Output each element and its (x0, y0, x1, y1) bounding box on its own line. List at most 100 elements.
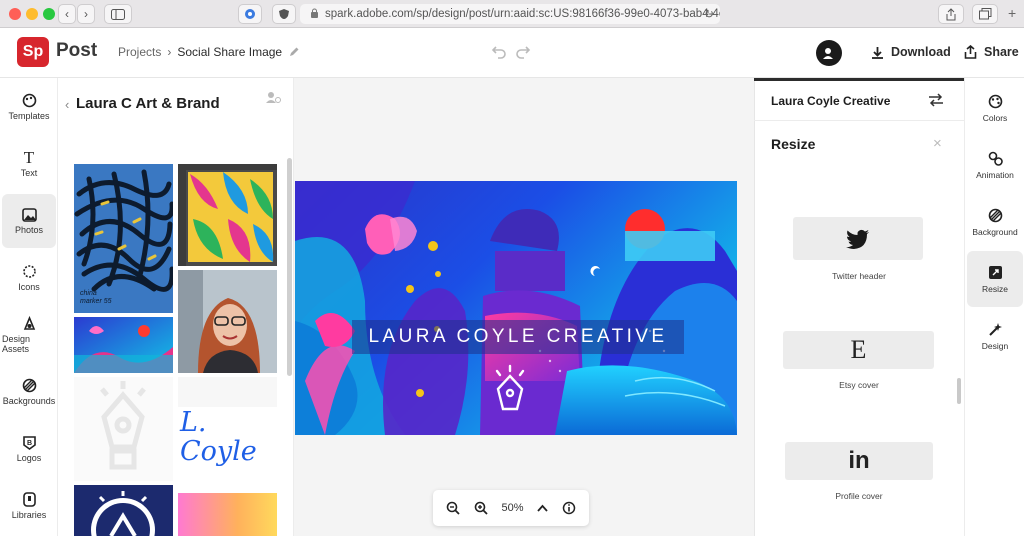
redo-icon[interactable] (515, 45, 531, 59)
close-icon[interactable]: × (933, 135, 942, 152)
forward-button[interactable]: › (77, 4, 95, 24)
share-icon (964, 45, 977, 59)
sidebar-toggle-button[interactable] (104, 4, 132, 24)
dark-circle-logo (91, 491, 155, 536)
rail-item-resize[interactable]: Resize (967, 251, 1023, 307)
library-thumb-banner[interactable] (74, 317, 173, 373)
rail-item-animation[interactable]: Animation (967, 137, 1023, 193)
share-label: Share (984, 45, 1019, 59)
app-name: Post (56, 40, 98, 61)
address-bar[interactable]: spark.adobe.com/sp/design/post/urn:aaid:… (300, 4, 720, 24)
rail-label: Icons (18, 282, 40, 292)
right-tool-rail: Colors Animation Background Resize Desig… (964, 78, 1024, 536)
portrait-photo (178, 270, 277, 373)
download-icon (872, 46, 883, 59)
backgrounds-icon (22, 378, 36, 393)
rail-item-text[interactable]: T Text (2, 137, 56, 191)
pencil-icon[interactable] (288, 46, 300, 58)
zoom-out-icon[interactable] (446, 501, 460, 515)
lock-icon (310, 8, 319, 21)
zoom-window-button[interactable] (43, 8, 55, 20)
library-scrollbar[interactable] (287, 158, 292, 376)
rail-item-photos[interactable]: Photos (2, 194, 56, 248)
twitter-icon (846, 229, 869, 249)
banner-text[interactable]: LAURA COYLE CREATIVE (352, 320, 684, 354)
download-button[interactable]: Download (871, 45, 951, 59)
rail-item-icons[interactable]: Icons (2, 251, 56, 305)
resize-option-label: Etsy cover (839, 380, 879, 390)
zoom-in-icon[interactable] (474, 501, 488, 515)
design-icon (988, 322, 1002, 336)
brand-name: Laura Coyle Creative (771, 94, 891, 108)
new-tab-button[interactable]: + (1008, 5, 1016, 21)
resize-icon (988, 265, 1002, 279)
resize-option-label: Twitter header (832, 271, 886, 281)
share-button[interactable]: Share (964, 45, 1019, 59)
share-page-button[interactable] (938, 4, 964, 24)
libraries-icon (22, 492, 36, 507)
icons-icon (22, 265, 36, 278)
resize-panel-scrollbar[interactable] (957, 378, 961, 404)
templates-icon (22, 93, 36, 108)
photos-icon (21, 207, 37, 222)
library-thumb-signature[interactable]: L. Coyle (178, 410, 277, 490)
library-thumb-pattern[interactable] (178, 164, 277, 266)
svg-text:B: B (27, 440, 32, 447)
info-icon[interactable] (562, 501, 576, 515)
document-title[interactable]: Social Share Image (177, 45, 282, 59)
rail-label: Design Assets (2, 334, 31, 354)
etsy-icon: E (850, 335, 867, 364)
pen-nib-outline (100, 381, 146, 470)
rail-item-logos[interactable]: B Logos (2, 422, 56, 476)
rail-item-templates[interactable]: Templates (2, 80, 56, 134)
library-title: Laura C Art & Brand (76, 95, 220, 112)
resize-title: Resize (771, 136, 816, 152)
rail-label: Design (981, 340, 1009, 351)
design-artboard[interactable]: LAURA COYLE CREATIVE (295, 181, 737, 435)
leaf-pattern (178, 164, 277, 266)
left-tool-rail: Templates T Text Photos Icons Design Ass… (0, 78, 58, 536)
password-extension-button[interactable] (238, 4, 262, 24)
privacy-report-button[interactable] (272, 4, 296, 24)
rail-item-design[interactable]: Design (967, 308, 1023, 364)
library-thumb-blank[interactable] (178, 377, 277, 407)
tabs-overview-button[interactable] (972, 4, 998, 24)
minimize-window-button[interactable] (26, 8, 38, 20)
library-thumb-dark-logo[interactable] (74, 485, 173, 536)
rail-item-background[interactable]: Background (967, 194, 1023, 250)
rail-label: Colors (982, 112, 1008, 123)
rail-label: Libraries (11, 510, 47, 520)
design-assets-icon (23, 316, 35, 330)
undo-icon[interactable] (491, 45, 507, 59)
rail-label: Background (972, 226, 1018, 237)
library-thumb-pen-logo[interactable] (74, 377, 173, 481)
share-library-icon[interactable] (265, 90, 281, 104)
key-icon (245, 9, 255, 19)
rail-label: Photos (14, 224, 44, 235)
chevron-up-icon[interactable] (537, 504, 548, 512)
rail-item-colors[interactable]: Colors (967, 80, 1023, 136)
rail-item-libraries[interactable]: Libraries (2, 479, 56, 533)
url-text: spark.adobe.com/sp/design/post/urn:aaid:… (325, 8, 720, 20)
chevron-right-icon: › (84, 7, 88, 21)
invite-collaborator-avatar[interactable] (816, 40, 842, 66)
signature-text: L. Coyle (180, 410, 257, 467)
resize-option-linkedin[interactable]: in (785, 442, 933, 480)
library-thumb-sketch[interactable]: china marker 55 (74, 164, 173, 313)
rail-item-design-assets[interactable]: Design Assets (2, 308, 56, 362)
resize-option-etsy[interactable]: E (783, 331, 934, 369)
resize-option-twitter[interactable] (793, 217, 923, 260)
breadcrumb-projects[interactable]: Projects (118, 45, 161, 59)
reload-icon[interactable]: ↻ (704, 7, 714, 21)
library-thumb-portrait[interactable] (178, 270, 277, 373)
back-button[interactable]: ‹ (58, 4, 76, 24)
rail-label: Templates (8, 111, 50, 121)
sidebar-icon (111, 8, 125, 20)
close-window-button[interactable] (9, 8, 21, 20)
rail-item-backgrounds[interactable]: Backgrounds (2, 365, 56, 419)
swap-brand-icon[interactable] (928, 93, 944, 107)
back-chevron-icon[interactable]: ‹ (65, 97, 69, 112)
spark-logo[interactable]: Sp (17, 37, 49, 67)
library-thumb-gradient[interactable] (178, 493, 277, 536)
share-icon (946, 7, 956, 20)
